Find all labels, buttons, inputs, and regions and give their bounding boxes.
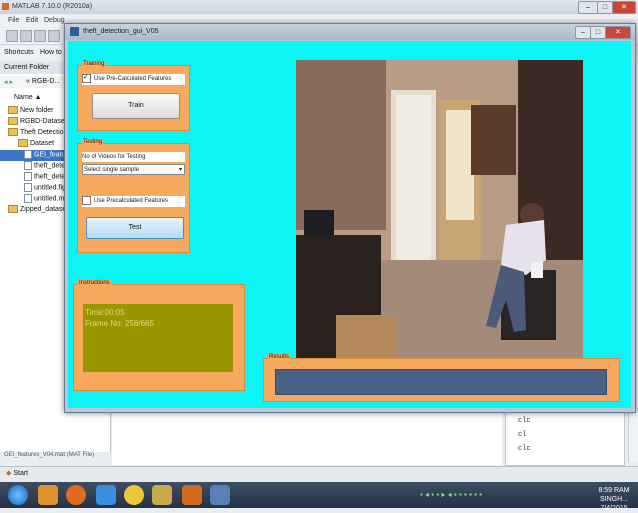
train-button[interactable]: Train bbox=[92, 93, 180, 119]
matlab-start-bar: ◆ Start bbox=[0, 466, 638, 483]
file-icon bbox=[24, 150, 32, 159]
shortcuts-label[interactable]: Shortcuts bbox=[4, 49, 34, 56]
taskbar-clock[interactable]: 8:59 RAM SINGH... 7/4/2015 bbox=[590, 486, 638, 513]
file-icon bbox=[24, 172, 32, 181]
theft-detection-gui-window: theft_detection_gui_V05 – □ ✕ Training U… bbox=[64, 23, 636, 413]
gui-close-button[interactable]: ✕ bbox=[605, 26, 631, 39]
sample-select[interactable]: Select single sample ▾ bbox=[82, 164, 185, 175]
training-panel: Training Use Pre-Calculated Features Tra… bbox=[77, 61, 190, 131]
history-item[interactable]: clc bbox=[518, 417, 531, 425]
matlab-task-icon[interactable] bbox=[182, 485, 202, 505]
matlab-title-bar: MATLAB 7.10.0 (R2010a) – □ ✕ bbox=[0, 0, 638, 14]
gui-title-bar: theft_detection_gui_V05 – □ ✕ bbox=[65, 24, 635, 40]
results-display bbox=[275, 369, 607, 395]
folder-icon bbox=[8, 117, 18, 125]
test-button[interactable]: Test bbox=[86, 217, 184, 239]
no-videos-label: No of Videos for Testing bbox=[82, 152, 185, 162]
matlab-logo-icon bbox=[2, 3, 9, 10]
checkbox-unchecked-icon bbox=[82, 196, 91, 205]
gui-title: theft_detection_gui_V05 bbox=[83, 28, 159, 35]
cut-icon[interactable] bbox=[34, 30, 46, 42]
menu-edit[interactable]: Edit bbox=[26, 17, 38, 24]
shortcuts-bar: Shortcuts How to bbox=[0, 46, 68, 60]
selected-file-status: GEI_features_V04.mat (MAT File) bbox=[4, 452, 95, 458]
vlc-icon[interactable] bbox=[38, 485, 58, 505]
matlab-title: MATLAB 7.10.0 (R2010a) bbox=[12, 3, 93, 10]
frame-readout: Frame No: 258/665 bbox=[85, 319, 154, 328]
back-arrow-icon[interactable]: ◂ ▸ bbox=[4, 78, 13, 86]
folder-icon bbox=[8, 205, 18, 213]
gui-maximize-button[interactable]: □ bbox=[590, 26, 606, 39]
testing-precalc-label: Use Precalculated Features bbox=[94, 198, 169, 205]
testing-panel: Testing No of Videos for Testing Select … bbox=[77, 139, 190, 253]
open-file-icon[interactable] bbox=[20, 30, 32, 42]
tray-icons[interactable]: ▪ ◂ ▪ ▪ ▸ ◂ ▪ ▪ ▪ ▪ ▪ ▪ bbox=[420, 490, 580, 500]
clock-time: 8:59 RAM SINGH... bbox=[598, 487, 630, 503]
tree-item-label: untitled.fig bbox=[34, 184, 66, 192]
training-precalc-label: Use Pre-Calculated Features bbox=[94, 76, 172, 83]
current-folder-title: Current Folder bbox=[4, 64, 50, 71]
folder-icon bbox=[8, 128, 18, 136]
explorer-icon[interactable] bbox=[152, 485, 172, 505]
maximize-button[interactable]: □ bbox=[597, 1, 613, 14]
folder-path: « RGB-D... bbox=[26, 78, 61, 85]
how-to-link[interactable]: How to bbox=[40, 49, 62, 56]
menu-debug[interactable]: Debug bbox=[44, 17, 65, 24]
folder-icon bbox=[18, 139, 28, 147]
results-panel: Results bbox=[263, 354, 620, 402]
clock-date: 7/4/2015 bbox=[600, 505, 628, 512]
chevron-down-icon[interactable]: ▾ bbox=[179, 165, 182, 176]
tree-item-label: New folder bbox=[20, 106, 54, 114]
figure-icon bbox=[70, 27, 79, 36]
chrome-icon[interactable] bbox=[124, 485, 144, 505]
copy-icon[interactable] bbox=[48, 30, 60, 42]
menu-file[interactable]: File bbox=[8, 17, 19, 24]
sample-select-value: Select single sample bbox=[84, 167, 140, 173]
training-title: Training bbox=[82, 61, 106, 67]
windows-taskbar: ▪ ◂ ▪ ▪ ▸ ◂ ▪ ▪ ▪ ▪ ▪ ▪ bbox=[0, 482, 638, 508]
new-file-icon[interactable] bbox=[6, 30, 18, 42]
gui-client-area: Training Use Pre-Calculated Features Tra… bbox=[68, 41, 631, 408]
history-item[interactable]: clc bbox=[518, 445, 531, 453]
testing-precalc-checkbox[interactable]: Use Precalculated Features bbox=[82, 196, 185, 207]
history-item[interactable]: cl bbox=[518, 431, 526, 439]
figure-window-icon[interactable] bbox=[210, 485, 230, 505]
command-history: clc cl clc bbox=[505, 412, 625, 466]
training-precalc-checkbox[interactable]: Use Pre-Calculated Features bbox=[82, 72, 185, 85]
testing-title: Testing bbox=[82, 139, 104, 145]
tree-item-label: untitled.m bbox=[34, 195, 65, 203]
tree-item-label: Zipped_dataset bbox=[20, 205, 69, 213]
minimize-button[interactable]: – bbox=[578, 1, 598, 14]
ie-icon[interactable] bbox=[96, 485, 116, 505]
start-button[interactable]: ◆ Start bbox=[6, 469, 28, 477]
start-label: Start bbox=[13, 470, 29, 477]
video-scene-image bbox=[296, 60, 583, 363]
file-icon bbox=[24, 161, 32, 170]
gui-minimize-button[interactable]: – bbox=[575, 26, 591, 39]
file-icon bbox=[24, 183, 32, 192]
matlab-start-icon: ◆ bbox=[6, 470, 12, 477]
close-button[interactable]: ✕ bbox=[612, 1, 636, 14]
folder-icon bbox=[8, 106, 18, 114]
instructions-display: Time:00:05 Frame No: 258/665 bbox=[83, 304, 233, 372]
instructions-panel: Instructions Time:00:05 Frame No: 258/66… bbox=[73, 280, 245, 391]
instructions-title: Instructions bbox=[78, 280, 111, 286]
name-column-header[interactable]: Name ▲ bbox=[14, 94, 42, 101]
checkbox-checked-icon bbox=[82, 72, 91, 83]
tree-item-label: Dataset bbox=[30, 139, 55, 147]
firefox-icon[interactable] bbox=[66, 485, 86, 505]
file-icon bbox=[24, 194, 32, 203]
command-window-area[interactable] bbox=[112, 412, 502, 465]
results-title: Results bbox=[268, 354, 291, 360]
video-frame bbox=[296, 60, 583, 363]
time-readout: Time:00:05 bbox=[85, 308, 125, 317]
windows-start-icon[interactable] bbox=[8, 485, 28, 505]
